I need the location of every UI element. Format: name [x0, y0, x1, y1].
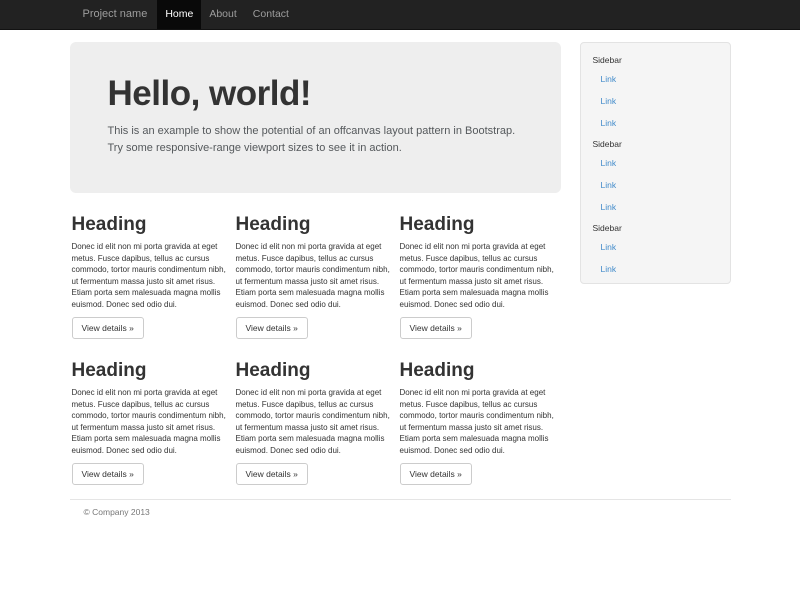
- card-body-text: Donec id elit non mi porta gravida at eg…: [236, 387, 396, 456]
- navbar-container: Project name HomeAboutContact: [70, 0, 731, 29]
- sidebar-link[interactable]: Link: [581, 90, 730, 112]
- card-heading: Heading: [72, 359, 232, 382]
- view-details-button[interactable]: View details »: [72, 463, 144, 485]
- view-details-button[interactable]: View details »: [72, 317, 144, 339]
- jumbotron: Hello, world! This is an example to show…: [70, 42, 561, 193]
- view-details-button[interactable]: View details »: [400, 317, 472, 339]
- view-details-button[interactable]: View details »: [400, 463, 472, 485]
- main-row: Hello, world! This is an example to show…: [70, 42, 731, 485]
- card-heading: Heading: [236, 213, 396, 236]
- page-title: Hello, world!: [108, 74, 523, 114]
- sidebar-link[interactable]: Link: [581, 174, 730, 196]
- card-heading: Heading: [400, 213, 560, 236]
- sidebar-link[interactable]: Link: [581, 258, 730, 280]
- nav-item-home[interactable]: Home: [157, 0, 201, 29]
- card-body-text: Donec id elit non mi porta gravida at eg…: [236, 241, 396, 310]
- card-body-text: Donec id elit non mi porta gravida at eg…: [400, 387, 560, 456]
- view-details-button[interactable]: View details »: [236, 463, 308, 485]
- card-body-text: Donec id elit non mi porta gravida at eg…: [72, 387, 232, 456]
- copyright-text: © Company 2013: [84, 507, 731, 517]
- sidebar-link[interactable]: Link: [581, 112, 730, 134]
- brand-link[interactable]: Project name: [70, 0, 148, 29]
- navbar: Project name HomeAboutContact: [0, 0, 800, 30]
- main-content: Hello, world! This is an example to show…: [70, 42, 561, 485]
- sidebar-heading: Sidebar: [581, 134, 730, 152]
- cards-grid: HeadingDonec id elit non mi porta gravid…: [70, 193, 561, 485]
- content-card: Heading Donec id elit non mi porta gravid…: [400, 193, 560, 339]
- page-container: Hello, world! This is an example to show…: [70, 42, 731, 517]
- footer: © Company 2013: [70, 499, 731, 517]
- card-body-text: Donec id elit non mi porta gravida at eg…: [400, 241, 560, 310]
- card-body-text: Donec id elit non mi porta gravida at eg…: [72, 241, 232, 310]
- card-heading: Heading: [400, 359, 560, 382]
- jumbotron-subtitle: This is an example to show the potential…: [108, 123, 526, 157]
- navbar-menu: HomeAboutContact: [157, 0, 297, 29]
- nav-item-about[interactable]: About: [201, 0, 244, 29]
- sidebar-heading: Sidebar: [581, 50, 730, 68]
- content-card: Heading Donec id elit non mi porta gravid…: [72, 193, 232, 339]
- sidebar-link[interactable]: Link: [581, 68, 730, 90]
- sidebar: SidebarLinkLinkLinkSidebarLinkLinkLinkSi…: [580, 42, 731, 284]
- sidebar-link[interactable]: Link: [581, 196, 730, 218]
- nav-item-contact[interactable]: Contact: [245, 0, 297, 29]
- card-heading: Heading: [72, 213, 232, 236]
- card-heading: Heading: [236, 359, 396, 382]
- sidebar-heading: Sidebar: [581, 218, 730, 236]
- sidebar-link[interactable]: Link: [581, 152, 730, 174]
- view-details-button[interactable]: View details »: [236, 317, 308, 339]
- content-card: Heading Donec id elit non mi porta gravid…: [236, 339, 396, 485]
- content-card: Heading Donec id elit non mi porta gravid…: [236, 193, 396, 339]
- content-card: Heading Donec id elit non mi porta gravid…: [72, 339, 232, 485]
- content-card: Heading Donec id elit non mi porta gravid…: [400, 339, 560, 485]
- sidebar-link[interactable]: Link: [581, 236, 730, 258]
